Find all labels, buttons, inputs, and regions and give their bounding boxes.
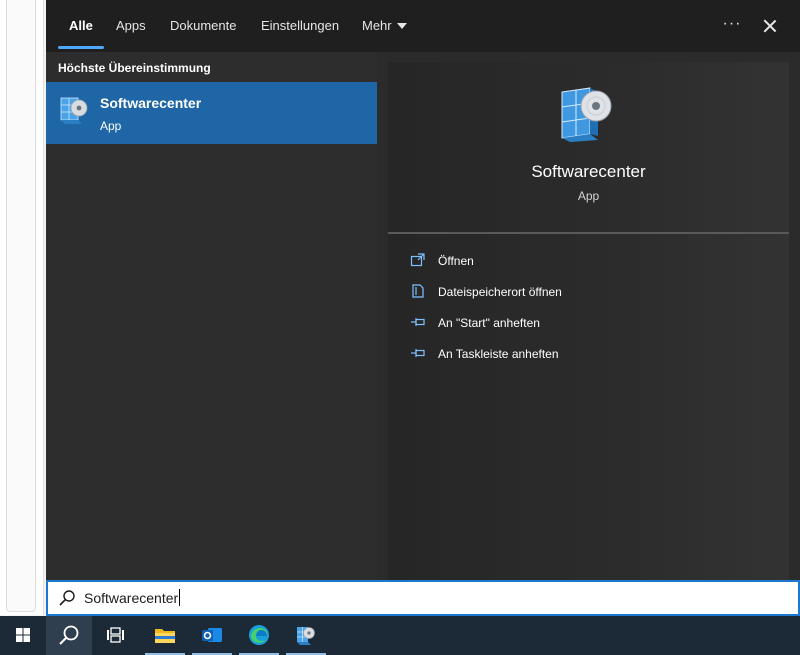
windows-start-icon (16, 628, 30, 642)
pin-icon (411, 349, 425, 357)
results-pane: Höchste Übereinstimmung Softwarecenter A… (46, 52, 377, 580)
background-window-card (6, 0, 36, 612)
tab-alle-label: Alle (69, 18, 93, 33)
tab-apps-label: Apps (116, 18, 146, 33)
search-icon (59, 590, 75, 606)
search-tabs-bar: Alle Apps Dokumente Einstellungen Mehr ·… (46, 0, 800, 52)
tab-dokumente[interactable]: Dokumente (170, 0, 236, 52)
action-pin-to-start-label: An "Start" anheften (438, 316, 540, 330)
tab-apps[interactable]: Apps (116, 0, 146, 52)
action-open-file-location-label: Dateispeicherort öffnen (438, 285, 562, 299)
close-icon[interactable] (756, 12, 784, 40)
outlook-icon (202, 628, 222, 642)
detail-app-name: Softwarecenter (531, 162, 646, 181)
start-button[interactable] (0, 616, 46, 655)
tab-mehr-label: Mehr (362, 18, 392, 33)
outlook-button[interactable] (189, 616, 235, 655)
tab-einstellungen[interactable]: Einstellungen (261, 0, 339, 52)
file-explorer-button[interactable] (142, 616, 188, 655)
edge-icon (249, 625, 269, 645)
search-input-value: Softwarecenter (84, 590, 179, 606)
text-cursor (179, 589, 181, 606)
taskbar-search-button[interactable] (46, 616, 92, 655)
search-icon (59, 625, 79, 645)
task-view-icon (107, 627, 124, 643)
open-icon (410, 253, 425, 267)
search-input[interactable]: Softwarecenter (84, 582, 684, 614)
tab-alle[interactable]: Alle (69, 0, 93, 52)
background-window (0, 0, 44, 615)
best-match-result[interactable]: Softwarecenter App (46, 82, 377, 144)
edge-button[interactable] (236, 616, 282, 655)
action-open-label: Öffnen (438, 254, 474, 268)
best-match-name: Softwarecenter (100, 95, 202, 111)
active-tab-indicator (58, 46, 104, 49)
detail-divider (388, 232, 789, 234)
software-center-icon (297, 627, 315, 645)
search-flyout: Alle Apps Dokumente Einstellungen Mehr ·… (46, 0, 800, 580)
taskbar (0, 616, 800, 655)
tab-einstellungen-label: Einstellungen (261, 18, 340, 33)
tab-mehr[interactable]: Mehr (362, 0, 407, 52)
chevron-down-icon (396, 23, 407, 29)
best-match-type: App (100, 119, 122, 133)
file-location-icon (412, 284, 424, 298)
action-pin-to-taskbar-label: An Taskleiste anheften (438, 347, 559, 361)
detail-pane: Softwarecenter App Öffnen Dateispeichero… (388, 62, 789, 580)
best-match-heading: Höchste Übereinstimmung (58, 61, 211, 75)
pin-icon (411, 318, 425, 326)
software-center-icon (561, 87, 612, 142)
task-view-button[interactable] (92, 616, 138, 655)
search-box[interactable]: Softwarecenter (46, 580, 800, 616)
more-options-icon[interactable]: ··· (718, 12, 746, 40)
software-center-taskbar-button[interactable] (283, 616, 329, 655)
detail-app-type: App (577, 189, 600, 203)
tab-dokumente-label: Dokumente (170, 18, 237, 33)
software-center-icon (60, 97, 88, 124)
file-explorer-icon (155, 629, 175, 643)
